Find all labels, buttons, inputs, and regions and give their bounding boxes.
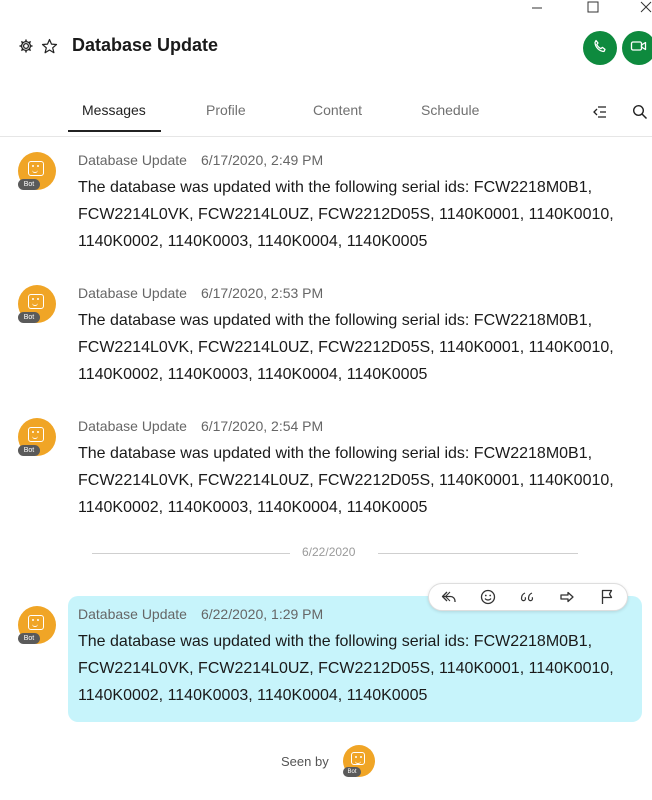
minimize-button[interactable]: [525, 0, 549, 14]
sender-name: Database Update: [78, 152, 187, 168]
message-meta: Database Update 6/17/2020, 2:53 PM: [78, 285, 323, 301]
message-meta: Database Update 6/22/2020, 1:29 PM: [78, 606, 323, 622]
bot-icon: [28, 161, 44, 176]
tab-profile[interactable]: Profile: [206, 102, 246, 118]
close-button[interactable]: [634, 0, 652, 14]
tab-schedule[interactable]: Schedule: [421, 102, 479, 118]
message-item[interactable]: Bot Database Update 6/17/2020, 2:49 PM Th…: [0, 152, 652, 262]
quote-icon[interactable]: [507, 584, 547, 610]
divider-line: [378, 553, 578, 554]
bot-icon: [351, 752, 365, 765]
video-call-button[interactable]: [622, 31, 652, 65]
bot-avatar: Bot: [343, 745, 375, 777]
message-meta: Database Update 6/17/2020, 2:54 PM: [78, 418, 323, 434]
audio-call-button[interactable]: [583, 31, 617, 65]
phone-icon: [592, 38, 608, 59]
message-text: The database was updated with the follow…: [78, 312, 614, 383]
message-text: The database was updated with the follow…: [78, 179, 614, 250]
chat-header: Database Update: [0, 28, 652, 68]
video-icon: [630, 39, 648, 58]
bot-icon: [28, 294, 44, 309]
conversation-title: Database Update: [72, 35, 219, 55]
search-icon[interactable]: [632, 104, 648, 125]
tab-messages[interactable]: Messages: [82, 102, 146, 118]
bot-avatar[interactable]: Bot: [18, 152, 56, 190]
message-time: 6/17/2020, 2:49 PM: [200, 152, 324, 168]
bot-badge: Bot: [18, 312, 40, 323]
bot-avatar[interactable]: Bot: [18, 606, 56, 644]
message-time: 6/17/2020, 2:54 PM: [200, 418, 324, 434]
message-item[interactable]: Bot Database Update 6/17/2020, 2:53 PM Th…: [0, 285, 652, 395]
bot-icon: [28, 615, 44, 630]
message-text: The database was updated with the follow…: [78, 445, 614, 516]
flag-icon[interactable]: [587, 584, 627, 610]
star-icon[interactable]: [41, 38, 58, 60]
maximize-button[interactable]: [581, 0, 605, 14]
tab-content[interactable]: Content: [313, 102, 362, 118]
bot-badge: Bot: [343, 767, 361, 777]
collapse-menu-icon[interactable]: [592, 104, 608, 125]
message-actions-bar: [428, 583, 628, 611]
seen-by-label: Seen by: [281, 754, 329, 769]
sender-name: Database Update: [78, 606, 187, 622]
forward-icon[interactable]: [547, 584, 587, 610]
reply-icon[interactable]: [429, 584, 469, 610]
active-tab-indicator: [68, 130, 161, 132]
message-time: 6/22/2020, 1:29 PM: [200, 606, 324, 622]
message-item[interactable]: Bot Database Update 6/22/2020, 1:29 PM Th…: [0, 606, 652, 716]
bot-icon: [28, 427, 44, 442]
bot-avatar[interactable]: Bot: [18, 285, 56, 323]
bot-badge: Bot: [18, 179, 40, 190]
bot-badge: Bot: [18, 445, 40, 456]
message-time: 6/17/2020, 2:53 PM: [200, 285, 324, 301]
date-divider: 6/22/2020: [0, 545, 652, 559]
date-divider-label: 6/22/2020: [302, 545, 356, 559]
message-meta: Database Update 6/17/2020, 2:49 PM: [78, 152, 323, 168]
gear-icon[interactable]: [18, 38, 34, 59]
sender-name: Database Update: [78, 285, 187, 301]
seen-by-avatar[interactable]: Bot: [343, 745, 375, 777]
bot-badge: Bot: [18, 633, 40, 644]
divider-line: [92, 553, 290, 554]
bot-avatar[interactable]: Bot: [18, 418, 56, 456]
message-item[interactable]: Bot Database Update 6/17/2020, 2:54 PM Th…: [0, 418, 652, 528]
sender-name: Database Update: [78, 418, 187, 434]
message-text: The database was updated with the follow…: [78, 633, 614, 704]
tab-bar: Messages Profile Content Schedule: [0, 96, 652, 137]
emoji-icon[interactable]: [468, 584, 508, 610]
